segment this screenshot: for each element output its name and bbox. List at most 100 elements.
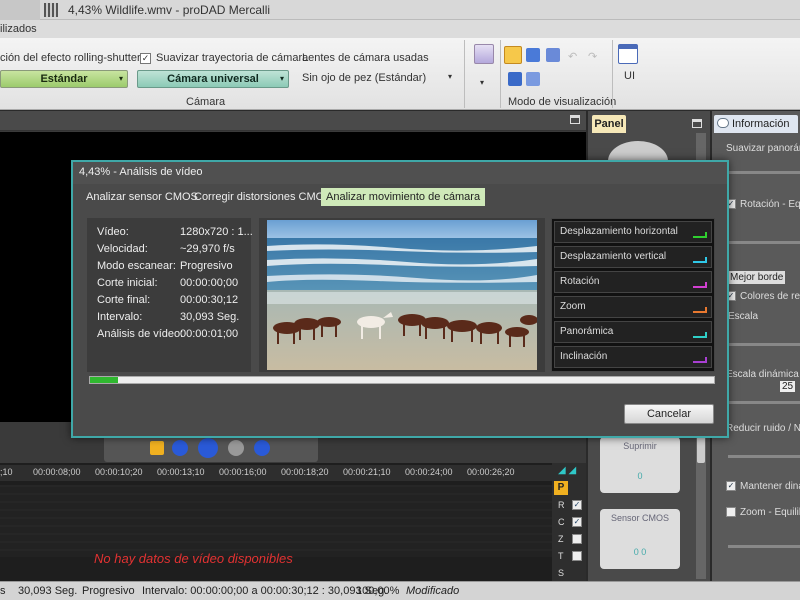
pause-icon[interactable] <box>228 440 244 456</box>
info-row: Corte inicial: 00:00:00;00 <box>97 277 238 289</box>
split-view-icon[interactable] <box>526 48 540 62</box>
marker-icon[interactable] <box>150 441 164 455</box>
info-label: Velocidad: <box>97 243 148 255</box>
info-row: Velocidad: ~29,970 f/s <box>97 243 235 255</box>
timeline-track[interactable] <box>0 485 552 557</box>
track-p-button[interactable]: P <box>554 481 568 495</box>
play-icon[interactable] <box>198 438 218 458</box>
redo-icon[interactable]: ↷ <box>588 50 597 63</box>
maximize-icon[interactable] <box>570 115 580 124</box>
taskbar-fragment <box>0 0 40 20</box>
single-view-icon[interactable] <box>504 46 522 64</box>
graph-label: Desplazamiento horizontal <box>560 226 678 237</box>
scale-slider[interactable] <box>728 343 800 346</box>
tab-correct-cmos[interactable]: Corregir distorsiones CMOS <box>189 188 337 206</box>
tab-panel[interactable]: Panel <box>592 115 626 133</box>
ruler-tick: 00:00:24;00 <box>405 467 453 477</box>
graph-label: Desplazamiento vertical <box>560 251 667 262</box>
expand-icon[interactable]: ◢ ◢ <box>558 465 576 476</box>
track-r-label: R <box>558 500 565 510</box>
info-label: Intervalo: <box>97 311 143 323</box>
info-label: Modo escanear: <box>97 260 176 272</box>
track-s-label: S <box>558 568 565 578</box>
group-camera-label: Cámara <box>186 96 226 108</box>
graph-zoom: Zoom <box>554 296 712 318</box>
status-modified: Modificado <box>406 585 460 597</box>
graph-trace <box>693 257 707 263</box>
timeline-ruler: ;10 00:00:08;00 00:00:10;20 00:00:13;10 … <box>0 465 552 481</box>
zoom-balance-slider[interactable] <box>728 545 800 548</box>
maximize-icon[interactable] <box>692 119 702 128</box>
graph-vertical: Desplazamiento vertical <box>554 246 712 268</box>
compare-view-icon[interactable] <box>546 48 560 62</box>
suppress-card[interactable]: Suprimir 0 <box>600 437 680 493</box>
graph-trace <box>693 332 707 338</box>
cmos-card[interactable]: Sensor CMOS 0 0 <box>600 509 680 569</box>
scale-label: Escala <box>728 311 759 322</box>
ui-window-icon[interactable] <box>618 44 638 64</box>
track-options: ◢ ◢ P R ✓ C ✓ Z T S <box>552 463 586 581</box>
keep-dynamic-label: Mantener diná <box>740 481 800 492</box>
edge-dropdown[interactable]: Mejor borde <box>728 271 786 284</box>
chevron-down-icon: ▾ <box>118 74 123 83</box>
smooth-pan-slider[interactable] <box>728 171 800 174</box>
info-row: Análisis de vídeo: 00:00:01;00 <box>97 328 238 340</box>
rolling-shutter-dropdown[interactable]: Estándar ▾ <box>0 70 128 88</box>
status-interval: Intervalo: 00:00:00;00 a 00:00:30;12 : 3… <box>142 585 388 597</box>
tab-analyze-cmos[interactable]: Analizar sensor CMOS <box>81 188 203 206</box>
dynamic-scale-slider[interactable] <box>728 401 800 404</box>
track-z-checkbox[interactable] <box>572 534 582 544</box>
ribbon: ción del efecto rolling-shutter Estándar… <box>0 38 800 110</box>
ribbon-separator <box>500 40 501 108</box>
track-t-checkbox[interactable] <box>572 551 582 561</box>
chevron-down-icon[interactable]: ▾ <box>480 78 484 87</box>
info-row: Intervalo: 30,093 Seg. <box>97 311 239 323</box>
video-header <box>0 111 586 131</box>
info-value: 00:00:01;00 <box>180 328 239 340</box>
rewind-icon[interactable] <box>172 440 188 456</box>
lens-dropdown[interactable]: Sin ojo de pez (Estándar) <box>302 72 426 84</box>
edge-colors-label: Colores de rel <box>740 291 800 302</box>
ribbon-tab-fragment[interactable]: ilizados <box>0 23 37 35</box>
graph-label: Zoom <box>560 301 586 312</box>
zoom-balance-label: Zoom - Equilib <box>740 507 800 518</box>
reduce-noise-slider[interactable] <box>728 455 800 458</box>
track-z-label: Z <box>558 534 564 544</box>
info-value: 00:00:30;12 <box>180 294 239 306</box>
monitor-icon[interactable] <box>526 72 540 86</box>
title-bar: 4,43% Wildlife.wmv - proDAD Mercalli <box>0 0 800 20</box>
track-c-checkbox[interactable]: ✓ <box>572 517 582 527</box>
cancel-button[interactable]: Cancelar <box>624 404 714 424</box>
track-r-checkbox[interactable]: ✓ <box>572 500 582 510</box>
transport-controls <box>104 434 318 462</box>
smooth-trajectory-checkbox[interactable]: ✓ <box>140 53 151 64</box>
tab-analyze-camera[interactable]: Analizar movimiento de cámara <box>321 188 486 206</box>
ruler-tick: 00:00:16;00 <box>219 467 267 477</box>
graph-label: Rotación <box>560 276 600 287</box>
forward-icon[interactable] <box>254 440 270 456</box>
graph-trace <box>693 282 707 288</box>
video-analysis-dialog: 4,43% - Análisis de vídeo Analizar senso… <box>71 160 729 438</box>
undo-icon[interactable]: ↶ <box>568 50 577 63</box>
overlay-view-icon[interactable] <box>508 72 522 86</box>
ruler-tick: 00:00:21;10 <box>343 467 391 477</box>
ruler-tick: 00:00:26;20 <box>467 467 515 477</box>
graph-rotation: Rotación <box>554 271 712 293</box>
app-icon <box>44 3 58 17</box>
suppress-value: 0 <box>637 471 643 481</box>
info-label: Vídeo: <box>97 226 129 238</box>
tab-information[interactable]: Información <box>714 115 798 133</box>
back-arrow-icon[interactable] <box>474 44 494 64</box>
video-info-panel: Vídeo: 1280x720 : 1... Velocidad: ~29,970 … <box>87 218 253 372</box>
timeline[interactable]: ;10 00:00:08;00 00:00:10;20 00:00:13;10 … <box>0 463 552 581</box>
camera-type-dropdown[interactable]: Cámara universal ▾ <box>137 70 289 88</box>
graph-horizontal: Desplazamiento horizontal <box>554 221 712 243</box>
graph-trace <box>693 357 707 363</box>
keep-dynamic-checkbox[interactable]: ✓ <box>726 481 736 491</box>
status-bar: s 30,093 Seg. Progresivo Intervalo: 00:0… <box>0 581 800 600</box>
analysis-preview-image <box>267 220 537 370</box>
zoom-balance-checkbox[interactable] <box>726 507 736 517</box>
rotation-slider[interactable] <box>728 241 800 244</box>
analysis-progress-bar <box>89 376 715 384</box>
group-view-label: Modo de visualización <box>508 96 617 108</box>
